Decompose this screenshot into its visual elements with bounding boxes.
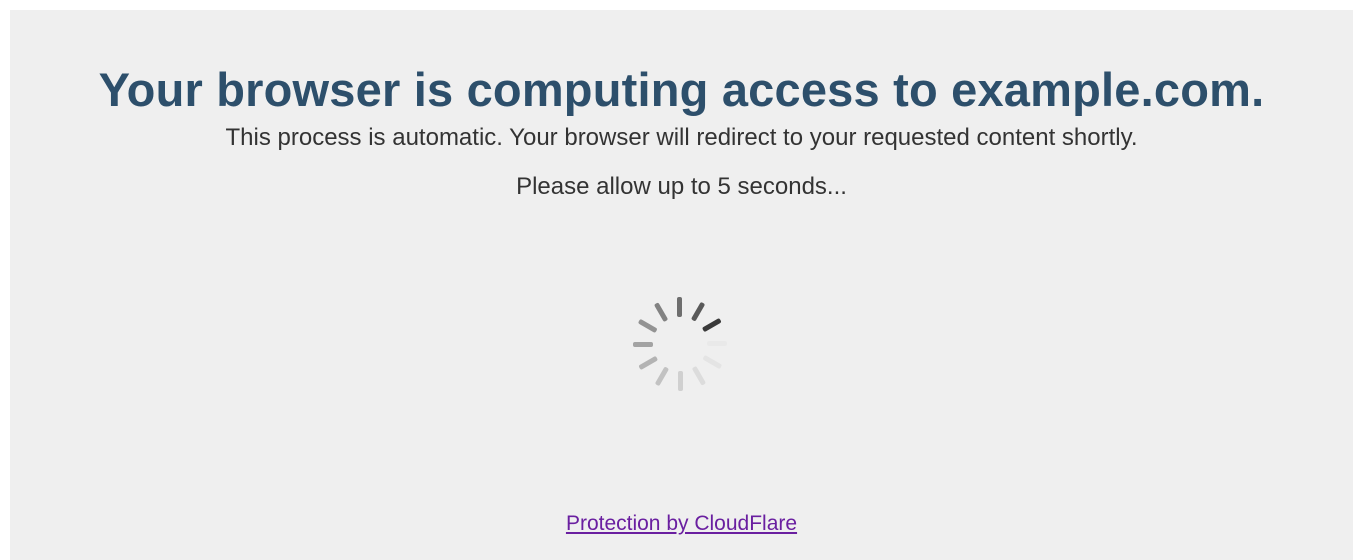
cloudflare-protection-link[interactable]: Protection by CloudFlare — [566, 512, 797, 535]
redirect-message: This process is automatic. Your browser … — [225, 124, 1138, 151]
spinner-bar — [633, 342, 653, 347]
spinner-bar — [691, 365, 707, 386]
spinner-bar — [701, 317, 722, 333]
wait-notice: Please allow up to 5 seconds... — [516, 173, 847, 200]
spinner-bar — [637, 318, 658, 334]
challenge-page: Your browser is computing access to exam… — [10, 10, 1353, 560]
spinner-bar — [653, 302, 669, 323]
spinner-bar — [638, 355, 659, 371]
spinner-bar — [677, 297, 682, 317]
spinner-bar — [690, 301, 706, 322]
spinner-bar — [702, 354, 723, 370]
page-title: Your browser is computing access to exam… — [98, 63, 1265, 116]
spinner-bar — [678, 371, 683, 391]
footer: Protection by CloudFlare — [10, 510, 1353, 538]
spinner-bar — [707, 341, 727, 346]
spinner-bar — [654, 366, 670, 387]
